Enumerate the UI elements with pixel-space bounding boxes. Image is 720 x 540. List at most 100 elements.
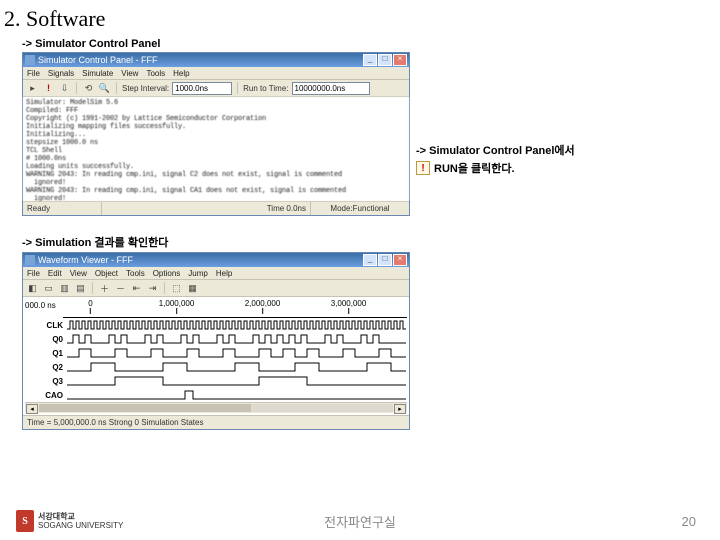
menu-edit[interactable]: Edit	[48, 269, 62, 278]
status-ready: Ready	[23, 202, 102, 215]
signal-row: Q1	[25, 346, 407, 360]
toolbar: ◧ ▭ ▥ ▤ ＋ － ⇤ ⇥ ⬚ ▦	[23, 280, 409, 297]
scroll-right-button[interactable]: ▸	[394, 404, 406, 414]
menu-tools[interactable]: Tools	[146, 69, 165, 78]
titlebar[interactable]: Waveform Viewer - FFF _ □ ×	[23, 253, 409, 267]
annotation-line2: RUN을 클릭한다.	[434, 160, 515, 176]
signal-q0[interactable]	[67, 332, 407, 346]
separator	[76, 82, 77, 94]
window-title: Simulator Control Panel - FFF	[38, 55, 362, 65]
time-ruler[interactable]: 0 1,000,000 2,000,000 3,000,000	[63, 299, 407, 318]
tool-icon[interactable]: ⇥	[146, 282, 159, 295]
minimize-button[interactable]: _	[363, 54, 377, 66]
run-icon[interactable]: !	[42, 82, 55, 95]
scroll-left-button[interactable]: ◂	[26, 404, 38, 414]
signal-row: Q0	[25, 332, 407, 346]
shield-icon: S	[16, 510, 34, 532]
toolbar: ▸ ! ⇩ ⟲ 🔍 Step Interval: 1000.0ns Run to…	[23, 80, 409, 97]
tick-label: 2,000,000	[245, 299, 281, 308]
window-title: Waveform Viewer - FFF	[38, 255, 362, 265]
separator	[237, 82, 238, 94]
menu-file[interactable]: File	[27, 269, 40, 278]
university-name-en: SOGANG UNIVERSITY	[38, 521, 123, 530]
footer-center: 전자파연구실	[324, 512, 396, 531]
menu-object[interactable]: Object	[95, 269, 118, 278]
signal-label: Q1	[25, 349, 67, 358]
zoom-icon[interactable]: 🔍	[98, 82, 111, 95]
menu-simulate[interactable]: Simulate	[82, 69, 113, 78]
page-number: 20	[682, 514, 696, 529]
tick-label: 1,000,000	[159, 299, 195, 308]
annotation-line1: -> Simulator Control Panel에서	[416, 142, 575, 158]
menubar: File Edit View Object Tools Options Jump…	[23, 267, 409, 280]
separator	[164, 282, 165, 294]
run-to-time-input[interactable]: 10000000.0ns	[292, 82, 370, 95]
signal-label: Q2	[25, 363, 67, 372]
titlebar[interactable]: Simulator Control Panel - FFF _ □ ×	[23, 53, 409, 67]
signal-q1[interactable]	[67, 346, 407, 360]
waveform-status: Time = 5,000,000.0 ns Strong 0 Simulatio…	[23, 415, 409, 429]
menu-tools[interactable]: Tools	[126, 269, 145, 278]
close-button[interactable]: ×	[393, 254, 407, 266]
signal-row: Q2	[25, 360, 407, 374]
minimize-button[interactable]: _	[363, 254, 377, 266]
signal-label: Q0	[25, 335, 67, 344]
university-name-kr: 서강대학교	[38, 512, 123, 521]
time-start: 000.0 ns	[25, 299, 63, 318]
signal-label: CLK	[25, 321, 67, 330]
tool-icon[interactable]: ▤	[74, 282, 87, 295]
status-mode: Mode:Functional	[311, 202, 409, 215]
run-to-time-label: Run to Time:	[243, 84, 288, 93]
menu-view[interactable]: View	[70, 269, 87, 278]
signal-q2[interactable]	[67, 360, 407, 374]
app-icon	[25, 55, 35, 65]
section-title: 2. Software	[0, 0, 720, 32]
waveform-window: Waveform Viewer - FFF _ □ × File Edit Vi…	[22, 252, 410, 430]
signal-clk[interactable]	[67, 318, 407, 332]
signal-q3[interactable]	[67, 374, 407, 388]
waveform-area[interactable]: 000.0 ns 0 1,000,000 2,000,000 3,000,000…	[23, 297, 409, 415]
menu-jump[interactable]: Jump	[188, 269, 208, 278]
statusbar: Ready Time 0.0ns Mode:Functional	[23, 201, 409, 215]
waveform-rows: CLK Q0 Q1 Q2 Q3 CAO	[25, 318, 407, 402]
label-sim-result: -> Simulation 결과를 확인한다	[22, 234, 720, 250]
pick-icon[interactable]: ⇩	[58, 82, 71, 95]
menu-options[interactable]: Options	[153, 269, 181, 278]
exclamation-icon: !	[416, 161, 430, 175]
signal-cao[interactable]	[67, 388, 407, 402]
close-button[interactable]: ×	[393, 54, 407, 66]
simulator-window: Simulator Control Panel - FFF _ □ × File…	[22, 52, 410, 216]
scrollbar-horizontal[interactable]	[39, 404, 393, 412]
maximize-button[interactable]: □	[378, 254, 392, 266]
tool-icon[interactable]: ▦	[186, 282, 199, 295]
tool-icon[interactable]: ⬚	[170, 282, 183, 295]
label-sim-panel: -> Simulator Control Panel	[22, 38, 720, 50]
reset-icon[interactable]: ⟲	[82, 82, 95, 95]
signal-row: CAO	[25, 388, 407, 402]
console-output: Simulator: ModelSim 5.6 Compiled: FFF Co…	[23, 97, 409, 201]
step-interval-input[interactable]: 1000.0ns	[172, 82, 232, 95]
signal-label: CAO	[25, 391, 67, 400]
step-icon[interactable]: ▸	[26, 82, 39, 95]
maximize-button[interactable]: □	[378, 54, 392, 66]
tick-label: 0	[88, 299, 92, 308]
footer: S 서강대학교 SOGANG UNIVERSITY 전자파연구실 20	[0, 510, 720, 532]
tool-icon[interactable]: ▭	[42, 282, 55, 295]
tool-icon[interactable]: ◧	[26, 282, 39, 295]
signal-label: Q3	[25, 377, 67, 386]
menubar: File Signals Simulate View Tools Help	[23, 67, 409, 80]
tool-icon[interactable]: ▥	[58, 282, 71, 295]
menu-signals[interactable]: Signals	[48, 69, 74, 78]
step-interval-label: Step Interval:	[122, 84, 169, 93]
menu-file[interactable]: File	[27, 69, 40, 78]
app-icon	[25, 255, 35, 265]
run-annotation: -> Simulator Control Panel에서 ! RUN을 클릭한다…	[416, 142, 575, 176]
menu-help[interactable]: Help	[173, 69, 189, 78]
zoom-in-icon[interactable]: ＋	[98, 282, 111, 295]
signal-row: CLK	[25, 318, 407, 332]
zoom-out-icon[interactable]: －	[114, 282, 127, 295]
menu-help[interactable]: Help	[216, 269, 232, 278]
signal-row: Q3	[25, 374, 407, 388]
tool-icon[interactable]: ⇤	[130, 282, 143, 295]
menu-view[interactable]: View	[121, 69, 138, 78]
